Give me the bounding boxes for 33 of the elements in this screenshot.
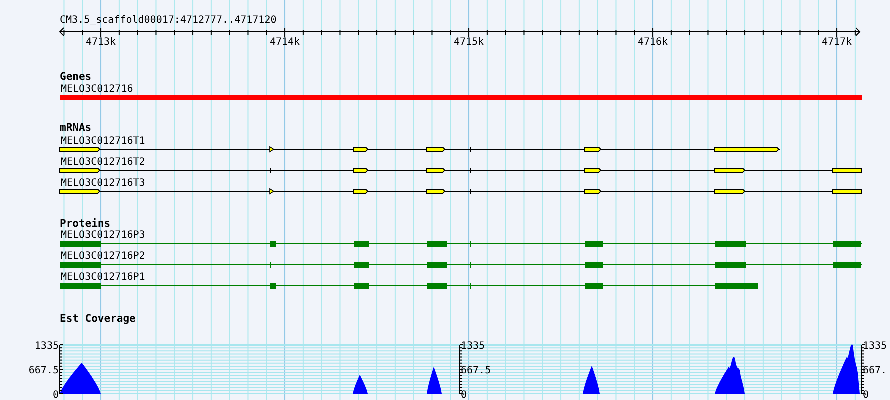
ruler-tick-label: 4717k <box>822 37 852 48</box>
gene-label: MELO3C012716 <box>61 84 134 95</box>
ruler-tick-label: 4714k <box>270 37 300 48</box>
ruler-tick-label: 4716k <box>638 37 668 48</box>
track-title: Proteins <box>60 218 111 230</box>
axis-tick-label: 0 <box>52 390 59 400</box>
y-axis <box>862 344 866 394</box>
protein-label: MELO3C012716P2 <box>61 251 146 262</box>
track-title: mRNAs <box>60 122 92 134</box>
protein-label: MELO3C012716P3 <box>61 230 146 241</box>
mrna-label: MELO3C012716T1 <box>61 136 146 147</box>
track-title: Est Coverage <box>60 313 136 325</box>
ruler-tick-label: 4713k <box>86 37 116 48</box>
axis-tick-label: 667.5 <box>461 366 492 376</box>
protein-drawing[interactable] <box>60 241 862 247</box>
sequence-region-title: CM3.5_scaffold00017:4712777..4717120 <box>60 15 277 26</box>
mrna-label: MELO3C012716T3 <box>61 178 146 189</box>
transcript-drawing[interactable] <box>60 146 780 153</box>
protein-label: MELO3C012716P1 <box>61 272 146 283</box>
axis-tick-label: 667. <box>863 366 888 376</box>
mrna-label: MELO3C012716T2 <box>61 157 146 168</box>
track-title: Genes <box>60 71 92 83</box>
y-axis <box>460 344 464 394</box>
axis-tick-label: 1335 <box>34 341 59 352</box>
axis-tick-label: 667.5 <box>28 366 59 376</box>
transcript-drawing[interactable] <box>60 188 862 195</box>
axis-tick-label: 1335 <box>863 341 888 352</box>
protein-drawing[interactable] <box>60 283 758 289</box>
y-axis <box>60 344 64 394</box>
protein-drawing[interactable] <box>60 262 862 268</box>
axis-tick-label: 1335 <box>461 341 486 352</box>
ruler-tick-label: 4715k <box>454 37 484 48</box>
transcript-drawing[interactable] <box>60 168 862 173</box>
